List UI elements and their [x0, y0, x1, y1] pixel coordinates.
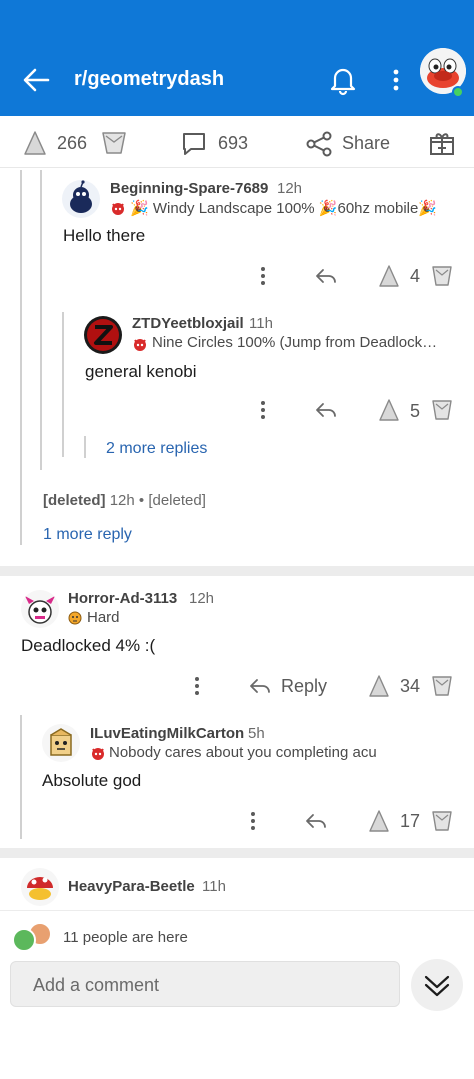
comment-separator	[0, 566, 474, 576]
comment-username[interactable]: HeavyPara-Beetle	[68, 878, 195, 895]
commenter-avatar[interactable]	[42, 724, 80, 762]
reply-button[interactable]: Reply	[281, 676, 327, 697]
more-replies-link[interactable]: 2 more replies	[106, 440, 207, 458]
back-arrow-icon[interactable]	[18, 62, 54, 98]
comment-bubble-icon[interactable]	[180, 130, 208, 158]
more-replies-link[interactable]: 1 more reply	[43, 526, 132, 544]
present-user-avatar	[12, 928, 36, 952]
comment-body: Hello there	[63, 226, 146, 245]
face-icon	[68, 611, 82, 625]
top-app-bar	[0, 0, 474, 116]
thread-line	[20, 715, 22, 839]
downvote-icon[interactable]	[430, 674, 454, 698]
user-flair-text: Nine Circles 100% (Jump from Deadlock…	[152, 334, 438, 351]
downvote-icon[interactable]	[430, 264, 454, 288]
post-vote-count: 266	[57, 133, 88, 153]
more-options-icon[interactable]	[190, 674, 204, 698]
upvote-icon[interactable]	[22, 130, 48, 156]
comment-time: 11h	[249, 315, 273, 332]
add-comment-input[interactable]: Add a comment	[10, 961, 400, 1007]
demon-face-icon	[92, 748, 104, 760]
upvote-icon[interactable]	[368, 674, 390, 698]
more-options-icon[interactable]	[246, 809, 260, 833]
reply-icon[interactable]	[314, 265, 338, 287]
comment-time: 12h	[189, 590, 215, 607]
share-button[interactable]: Share	[342, 133, 390, 154]
comment-username[interactable]: ILuvEatingMilkCarton	[90, 725, 244, 742]
deleted-body: [deleted]	[148, 492, 206, 509]
upvote-icon[interactable]	[368, 809, 390, 833]
reply-icon[interactable]	[314, 399, 338, 421]
upvote-icon[interactable]	[378, 264, 400, 288]
collapse-threads-button[interactable]	[411, 959, 463, 1011]
comment-vote-count: 34	[400, 676, 421, 696]
comment-body: general kenobi	[85, 362, 197, 381]
add-comment-placeholder: Add a comment	[33, 975, 160, 995]
online-status-dot	[452, 86, 464, 98]
party-popper-icon: 🎉	[130, 200, 153, 217]
more-options-icon[interactable]	[256, 398, 270, 422]
deleted-username: [deleted]	[43, 492, 106, 509]
double-chevron-down-icon	[424, 975, 450, 997]
thread-line	[20, 170, 22, 545]
user-flair-text: Windy Landscape 100% 🎉60hz mobile🎉	[152, 200, 438, 217]
more-options-icon[interactable]	[256, 264, 270, 288]
thread-line	[40, 170, 42, 470]
comment-vote-count: 17	[400, 811, 421, 831]
comment-separator	[0, 848, 474, 858]
comment-time: 5h	[248, 725, 265, 742]
bell-icon[interactable]	[328, 64, 358, 96]
subreddit-title[interactable]: r/geometrydash	[74, 68, 224, 91]
comment-username[interactable]: Horror-Ad-3113	[68, 590, 177, 607]
commenter-avatar[interactable]	[84, 316, 122, 354]
upvote-icon[interactable]	[378, 398, 400, 422]
commenter-avatar[interactable]	[21, 590, 59, 628]
comment-username[interactable]: Beginning-Spare-7689	[110, 180, 268, 197]
comment-time: 12h	[109, 492, 135, 509]
downvote-icon[interactable]	[430, 809, 454, 833]
user-flair-text: Nobody cares about you completing acu	[109, 744, 377, 761]
reply-icon[interactable]	[248, 675, 272, 697]
more-options-icon[interactable]	[386, 64, 406, 96]
thread-line	[84, 436, 86, 458]
demon-face-icon	[134, 339, 146, 351]
presence-count: 11 people are here	[63, 929, 188, 946]
reply-icon[interactable]	[304, 810, 328, 832]
user-flair-text: Hard	[87, 609, 120, 626]
deleted-comment-header: [deleted] 12h • [deleted]	[43, 492, 206, 509]
demon-face-icon	[112, 203, 124, 215]
downvote-icon[interactable]	[100, 130, 128, 156]
downvote-icon[interactable]	[430, 398, 454, 422]
post-comment-count: 693	[218, 133, 249, 153]
separator-dot: •	[138, 492, 145, 509]
thread-line	[62, 312, 64, 457]
comment-time: 11h	[202, 878, 226, 895]
commenter-avatar[interactable]	[62, 180, 100, 218]
comment-vote-count: 5	[410, 401, 421, 421]
user-flair: 🎉 Windy Landscape 100% 🎉60hz mobile🎉	[130, 199, 450, 217]
share-icon[interactable]	[305, 130, 333, 158]
commenter-avatar[interactable]	[21, 868, 59, 906]
comment-body: Absolute god	[42, 771, 142, 790]
comment-time: 12h	[277, 180, 303, 197]
comment-username[interactable]: ZTDYeetbloxjail	[132, 315, 244, 332]
comment-vote-count: 4	[410, 266, 421, 286]
award-gift-icon[interactable]	[428, 129, 456, 157]
comment-body: Deadlocked 4% :(	[21, 636, 156, 655]
